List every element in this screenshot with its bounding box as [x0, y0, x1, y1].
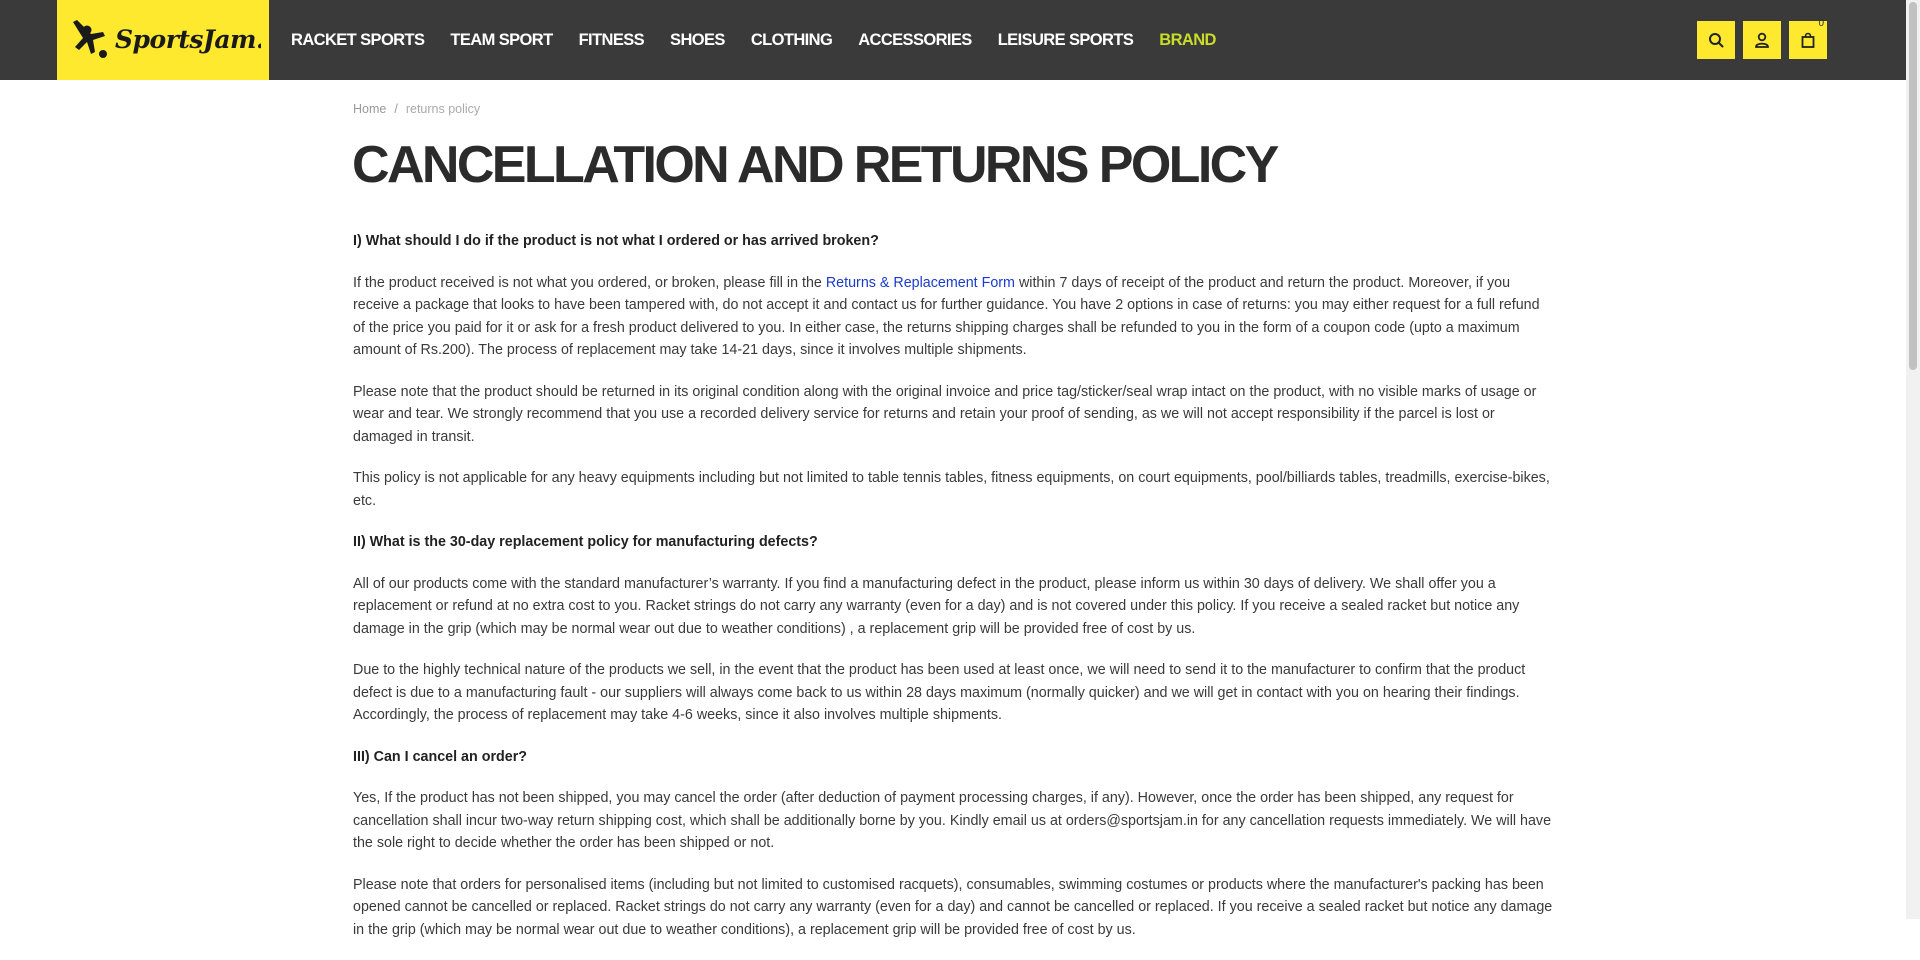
policy-paragraph: This policy is not applicable for any he… — [353, 470, 1550, 509]
nav-clothing[interactable]: CLOTHING — [751, 31, 833, 50]
user-icon — [1755, 32, 1769, 48]
logo-wordmark: SportsJam.in — [115, 25, 261, 54]
nav-brand[interactable]: BRAND — [1159, 31, 1216, 50]
site-logo[interactable]: SportsJam.in — [57, 0, 269, 80]
nav-shoes[interactable]: SHOES — [670, 31, 725, 50]
policy-paragraph: Please note that the product should be r… — [353, 383, 1537, 445]
main-nav: RACKET SPORTS TEAM SPORT FITNESS SHOES C… — [291, 0, 1242, 80]
cart-button[interactable]: 0 — [1789, 18, 1827, 59]
breadcrumb-separator: / — [394, 102, 398, 116]
nav-racket-sports[interactable]: RACKET SPORTS — [291, 31, 425, 50]
breadcrumb-home[interactable]: Home — [353, 102, 386, 116]
breadcrumb: Home / returns policy — [353, 102, 480, 116]
nav-leisure-sports[interactable]: LEISURE SPORTS — [998, 31, 1134, 50]
section-heading-defects: II) What is the 30-day replacement polic… — [353, 534, 818, 550]
policy-paragraph: If the product received is not what you … — [353, 272, 1553, 362]
paragraph-text: If the product received is not what you … — [353, 274, 826, 291]
site-header: SportsJam.in RACKET SPORTS TEAM SPORT FI… — [0, 0, 1906, 80]
nav-team-sport[interactable]: TEAM SPORT — [450, 31, 553, 50]
nav-fitness[interactable]: FITNESS — [579, 31, 645, 50]
header-actions: 0 — [1697, 18, 1835, 59]
breadcrumb-current: returns policy — [405, 102, 481, 116]
policy-paragraph: All of our products come with the standa… — [353, 575, 1520, 637]
page-title: CANCELLATION AND RETURNS POLICY — [352, 136, 1279, 194]
search-icon — [1709, 33, 1724, 48]
search-button[interactable] — [1697, 21, 1735, 59]
policy-content: I) What should I do if the product is no… — [353, 230, 1553, 960]
page-scrollbar[interactable] — [1906, 0, 1920, 919]
policy-paragraph: Please note that orders for personalised… — [353, 876, 1553, 938]
section-heading-returns: I) What should I do if the product is no… — [353, 233, 879, 249]
shopping-bag-icon — [1801, 32, 1815, 48]
nav-accessories[interactable]: ACCESSORIES — [858, 31, 972, 50]
returns-form-link[interactable]: Returns & Replacement Form — [826, 275, 1015, 291]
scrollbar-thumb[interactable] — [1909, 2, 1917, 370]
sportsjam-logo-icon: SportsJam.in — [73, 20, 261, 58]
policy-paragraph: Yes, If the product has not been shipped… — [353, 790, 1552, 851]
cart-count-badge: 0 — [1818, 18, 1824, 29]
policy-paragraph: Due to the highly technical nature of th… — [353, 662, 1526, 723]
account-button[interactable] — [1743, 21, 1781, 59]
section-heading-cancel: III) Can I cancel an order? — [353, 748, 527, 765]
